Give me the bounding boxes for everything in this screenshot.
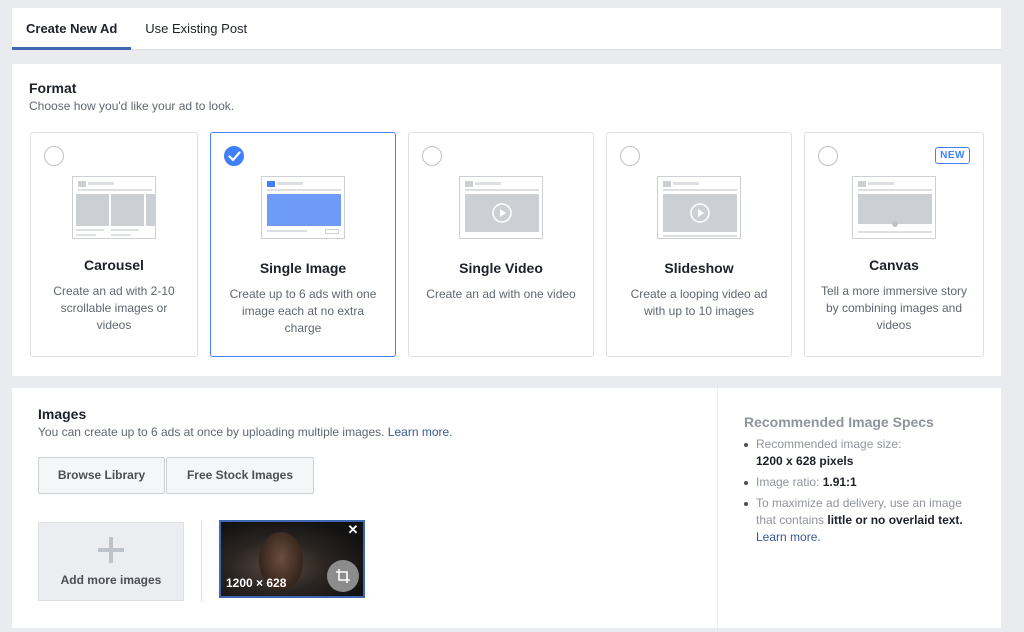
single-video-illustration-icon [459, 176, 543, 239]
specs-learn-more-link[interactable]: Learn more. [756, 529, 984, 546]
card-desc-carousel: Create an ad with 2-10 scrollable images… [53, 284, 175, 332]
divider [201, 520, 202, 602]
format-subtitle: Choose how you'd like your ad to look. [29, 99, 235, 113]
close-icon[interactable]: ✕ [346, 523, 360, 537]
spec-ratio-label: Image ratio: [756, 475, 823, 489]
plus-icon [98, 537, 124, 563]
image-preview-thumbnail[interactable]: ✕ 1200 × 628 [219, 520, 365, 598]
card-title-carousel: Carousel [84, 257, 144, 273]
spec-item-size: Recommended image size: 1200 x 628 pixel… [744, 436, 984, 470]
format-panel: Format Choose how you'd like your ad to … [12, 64, 1001, 376]
format-card-single-video[interactable]: Single Video Create an ad with one video [408, 132, 594, 357]
card-title-single-image: Single Image [259, 260, 347, 276]
spec-size-label: Recommended image size: [756, 437, 902, 451]
specs-title: Recommended Image Specs [744, 414, 934, 430]
radio-canvas[interactable] [818, 146, 838, 166]
free-stock-images-button[interactable]: Free Stock Images [166, 457, 314, 494]
tab-use-existing-post[interactable]: Use Existing Post [131, 8, 261, 50]
crop-icon [336, 569, 350, 583]
specs-list: Recommended image size: 1200 x 628 pixel… [744, 436, 984, 550]
spec-item-ratio: Image ratio: 1.91:1 [744, 474, 984, 491]
images-learn-more-link[interactable]: Learn more. [388, 425, 453, 439]
carousel-illustration-icon [72, 176, 156, 239]
spec-item-delivery: To maximize ad delivery, use an image th… [744, 495, 984, 546]
browse-library-button[interactable]: Browse Library [38, 457, 165, 494]
format-card-slideshow[interactable]: Slideshow Create a looping video ad with… [606, 132, 792, 357]
format-card-carousel[interactable]: Carousel Create an ad with 2-10 scrollab… [30, 132, 198, 357]
format-card-single-image[interactable]: Single Image Create up to 6 ads with one… [210, 132, 396, 357]
card-desc-slideshow: Create a looping video ad with up to 10 … [630, 287, 768, 318]
card-title-single-video: Single Video [459, 260, 543, 276]
play-icon [690, 203, 710, 223]
crop-button[interactable] [327, 560, 359, 592]
add-more-images-button[interactable]: Add more images [38, 522, 184, 601]
images-subtitle: You can create up to 6 ads at once by up… [38, 425, 453, 439]
card-title-slideshow: Slideshow [664, 260, 734, 276]
checkmark-icon [228, 151, 241, 162]
radio-slideshow[interactable] [620, 146, 640, 166]
tab-create-new-ad[interactable]: Create New Ad [12, 8, 132, 50]
radio-carousel[interactable] [44, 146, 64, 166]
radio-single-image[interactable] [224, 146, 244, 166]
add-more-images-label: Add more images [60, 573, 162, 587]
single-image-illustration-icon [261, 176, 345, 239]
card-desc-canvas: Tell a more immersive story by combining… [820, 284, 968, 332]
new-badge: NEW [935, 147, 970, 164]
card-desc-single-video: Create an ad with one video [426, 287, 576, 301]
canvas-illustration-icon [852, 176, 936, 239]
spec-ratio-value: 1.91:1 [822, 475, 857, 489]
spec-size-value: 1200 x 628 pixels [756, 454, 854, 468]
spec-delivery-bold: little or no overlaid text. [827, 513, 963, 527]
ad-tabs: Create New Ad Use Existing Post [12, 8, 1001, 50]
slideshow-illustration-icon [657, 176, 741, 239]
preview-dimensions: 1200 × 628 [226, 576, 287, 590]
images-panel: Images You can create up to 6 ads at onc… [12, 388, 717, 628]
radio-single-video[interactable] [422, 146, 442, 166]
card-desc-single-image: Create up to 6 ads with one image each a… [229, 287, 377, 335]
play-icon [492, 203, 512, 223]
card-title-canvas: Canvas [869, 257, 919, 273]
images-title: Images [38, 406, 87, 422]
image-specs-panel: Recommended Image Specs Recommended imag… [718, 388, 1001, 628]
format-card-canvas[interactable]: NEW Canvas Tell a more immersive story b… [804, 132, 984, 357]
format-title: Format [29, 80, 77, 96]
images-subtitle-text: You can create up to 6 ads at once by up… [38, 425, 385, 439]
